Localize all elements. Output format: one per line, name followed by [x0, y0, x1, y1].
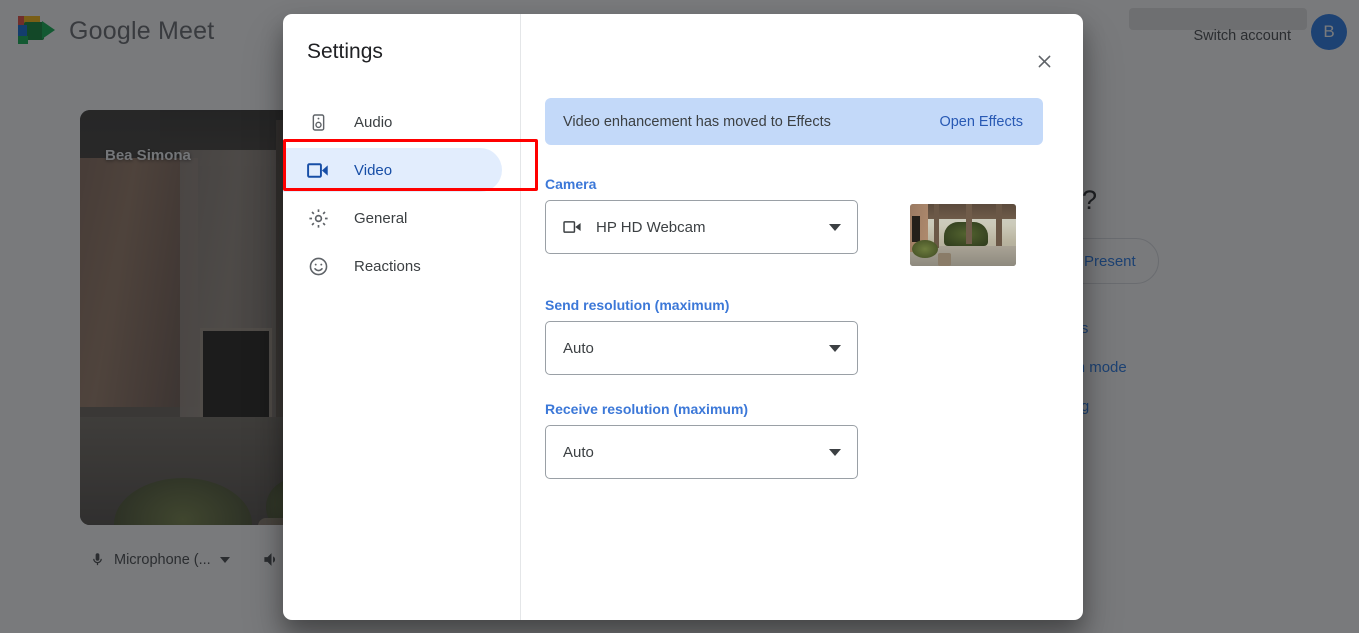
sidebar-item-audio[interactable]: Audio [283, 100, 502, 144]
camera-select-value: HP HD Webcam [596, 218, 706, 236]
sidebar-item-general[interactable]: General [283, 196, 502, 240]
camera-preview-thumbnail [910, 204, 1016, 266]
settings-dialog: Settings Audio Video General Reactions V… [283, 14, 1083, 620]
sidebar-item-label: General [354, 209, 408, 227]
sidebar-item-label: Audio [354, 113, 393, 131]
send-resolution-select[interactable]: Auto [545, 321, 858, 375]
receive-resolution-select[interactable]: Auto [545, 425, 858, 479]
settings-sidebar: Settings Audio Video General Reactions [283, 14, 538, 620]
receive-resolution-label: Receive resolution (maximum) [545, 401, 749, 417]
video-camera-icon [563, 220, 582, 234]
camera-label: Camera [545, 176, 597, 192]
chevron-down-icon [829, 223, 841, 231]
camera-row: HP HD Webcam [545, 200, 1043, 266]
sidebar-item-video[interactable]: Video [283, 148, 502, 192]
sidebar-item-label: Video [354, 161, 393, 179]
sidebar-item-label: Reactions [354, 257, 421, 275]
close-icon[interactable] [1027, 44, 1061, 78]
settings-content-video: Video enhancement has moved to Effects O… [521, 14, 1083, 620]
smiley-face-icon [307, 255, 329, 277]
page-title: Settings [307, 40, 383, 63]
camera-select[interactable]: HP HD Webcam [545, 200, 858, 254]
sidebar-item-reactions[interactable]: Reactions [283, 244, 502, 288]
video-camera-icon [307, 159, 329, 181]
gear-icon [307, 207, 329, 229]
effects-banner-text: Video enhancement has moved to Effects [563, 113, 831, 130]
send-resolution-value: Auto [563, 339, 594, 357]
settings-nav: Audio Video General Reactions [283, 100, 520, 288]
screen: Google Meet Switch account B Bea Simona [0, 0, 1359, 633]
chevron-down-icon [829, 344, 841, 352]
open-effects-link[interactable]: Open Effects [939, 114, 1023, 130]
effects-banner: Video enhancement has moved to Effects O… [545, 98, 1043, 145]
speaker-icon [307, 111, 329, 133]
send-resolution-label: Send resolution (maximum) [545, 297, 730, 313]
chevron-down-icon [829, 448, 841, 456]
receive-resolution-value: Auto [563, 443, 594, 461]
